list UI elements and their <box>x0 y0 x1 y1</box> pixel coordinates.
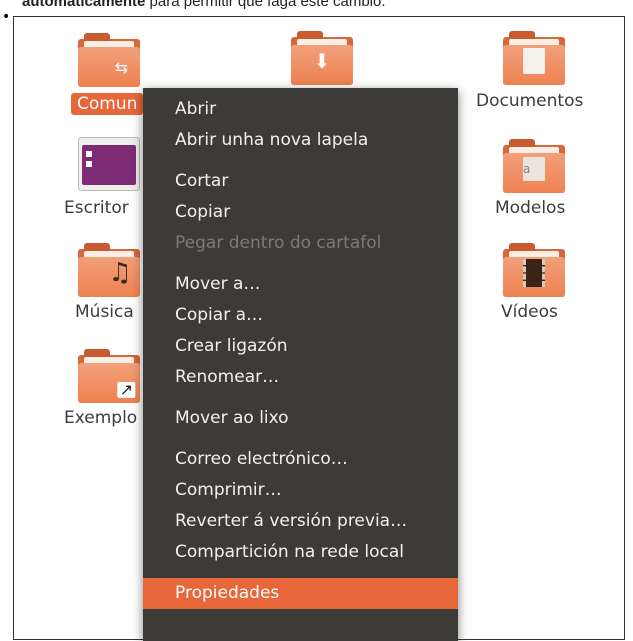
menu-item-abrir[interactable]: Abrir <box>143 94 458 125</box>
folder-escritorio-icon[interactable] <box>78 137 140 191</box>
film-icon <box>523 258 545 287</box>
link-arrow-icon: ↗ <box>117 379 136 399</box>
menu-separator <box>143 434 458 444</box>
menu-separator <box>143 568 458 578</box>
instruction-rest: para permitir que faga este cambio. <box>145 0 386 10</box>
share-icon: ⇆ <box>114 58 129 78</box>
menu-separator <box>143 393 458 403</box>
menu-item-crear-ligazon[interactable]: Crear ligazón <box>143 331 458 362</box>
folder-comun-icon[interactable]: ⇆ <box>78 33 140 87</box>
menu-item-abrir-nova-lapela[interactable]: Abrir unha nova lapela <box>143 125 458 156</box>
download-icon: ⬇ <box>313 48 331 73</box>
menu-item-propiedades[interactable]: Propiedades <box>143 578 458 609</box>
folder-musica-label[interactable]: Música <box>75 302 134 322</box>
bullet: • <box>2 9 11 25</box>
menu-separator <box>143 156 458 166</box>
folder-exemplos-label[interactable]: Exemplo <box>64 408 137 428</box>
menu-item-copiar-a[interactable]: Copiar a… <box>143 300 458 331</box>
menu-item-copiar[interactable]: Copiar <box>143 197 458 228</box>
instruction-bold: automaticamente <box>22 0 146 10</box>
menu-item-cortar[interactable]: Cortar <box>143 166 458 197</box>
template-icon: a <box>523 156 545 181</box>
menu-item-correo-electronico[interactable]: Correo electrónico… <box>143 444 458 475</box>
menu-item-pegar-dentro: Pegar dentro do cartafol <box>175 233 382 253</box>
folder-downloads-icon[interactable]: ⬇ <box>291 31 353 85</box>
folder-documentos-label[interactable]: Documentos <box>476 91 583 111</box>
document-icon <box>523 47 545 74</box>
menu-item-comparticion-rede[interactable]: Compartición na rede local <box>143 537 458 568</box>
menu-separator <box>143 259 458 269</box>
menu-item-reverter-version[interactable]: Reverter á versión previa… <box>143 506 458 537</box>
context-menu: Abrir Abrir unha nova lapela Cortar Copi… <box>143 88 458 641</box>
folder-exemplos-icon[interactable]: ↗ <box>78 349 140 403</box>
folder-comun-label[interactable]: Comun <box>71 93 144 115</box>
music-icon: ♫ <box>108 257 132 288</box>
menu-item-comprimir[interactable]: Comprimir… <box>143 475 458 506</box>
folder-musica-icon[interactable]: ♫ <box>78 243 140 297</box>
folder-escritorio-label[interactable]: Escritor <box>64 198 129 218</box>
folder-modelos-icon[interactable]: a <box>503 139 565 193</box>
folder-modelos-label[interactable]: Modelos <box>495 198 565 218</box>
instruction-text: automaticamente para permitir que faga e… <box>22 0 386 10</box>
menu-item-renomear[interactable]: Renomear… <box>143 362 458 393</box>
folder-videos-icon[interactable] <box>503 243 565 297</box>
menu-item-mover-ao-lixo[interactable]: Mover ao lixo <box>143 403 458 434</box>
folder-documentos-icon[interactable] <box>503 31 565 85</box>
menu-item-mover-a[interactable]: Mover a… <box>143 269 458 300</box>
folder-videos-label[interactable]: Vídeos <box>501 302 558 322</box>
